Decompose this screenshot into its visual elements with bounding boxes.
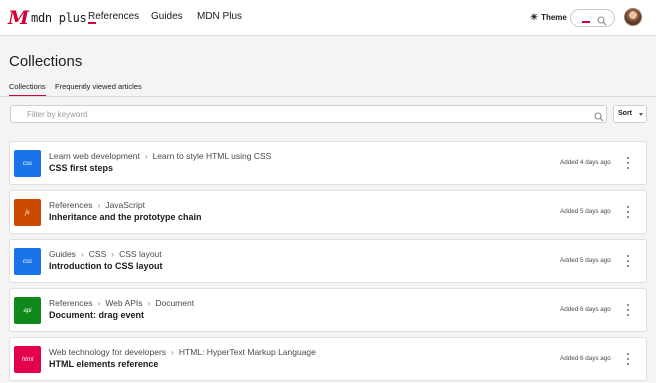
chevron-right-icon: › xyxy=(97,298,101,308)
breadcrumb-link[interactable]: Learn to style HTML using CSS xyxy=(153,151,272,161)
breadcrumb-link[interactable]: References xyxy=(49,298,92,308)
chevron-right-icon: › xyxy=(97,200,101,210)
site-search-button[interactable] xyxy=(570,9,615,27)
css-badge-icon: css xyxy=(14,150,41,177)
item-title-link[interactable]: CSS first steps xyxy=(49,163,113,173)
theme-switcher[interactable]: ☀ Theme xyxy=(530,12,567,23)
collections-header: Collections Collections Frequently viewe… xyxy=(0,37,656,97)
nav-link-guides[interactable]: Guides xyxy=(151,11,183,22)
item-title-link[interactable]: Introduction to CSS layout xyxy=(49,261,163,271)
breadcrumb-link[interactable]: Document xyxy=(155,298,194,308)
user-avatar[interactable] xyxy=(624,8,642,26)
search-icon[interactable] xyxy=(594,109,604,127)
sort-label: Sort xyxy=(618,110,632,117)
chevron-right-icon: › xyxy=(147,298,151,308)
chevron-right-icon: › xyxy=(144,151,148,161)
collection-item[interactable]: html Web technology for developers › HTML:… xyxy=(9,337,647,381)
theme-label: Theme xyxy=(541,13,567,22)
breadcrumb-link[interactable]: Guides xyxy=(49,249,76,259)
added-timestamp: Added 6 days ago xyxy=(560,306,611,313)
breadcrumb: References › JavaScript xyxy=(49,200,145,210)
breadcrumb-link[interactable]: Web APIs xyxy=(105,298,142,308)
added-timestamp: Added 5 days ago xyxy=(560,257,611,264)
more-options-icon[interactable] xyxy=(624,205,632,219)
chevron-right-icon: › xyxy=(80,249,84,259)
breadcrumb: Guides › CSS › CSS layout xyxy=(49,249,162,259)
breadcrumb-link[interactable]: HTML: HyperText Markup Language xyxy=(179,347,316,357)
chevron-down-icon xyxy=(639,113,643,116)
more-options-icon[interactable] xyxy=(624,352,632,366)
breadcrumb-link[interactable]: CSS xyxy=(89,249,106,259)
filter-input[interactable] xyxy=(27,108,577,120)
logo-text: mdn plus xyxy=(31,11,87,25)
breadcrumb: References › Web APIs › Document xyxy=(49,298,194,308)
html-badge-icon: html xyxy=(14,346,41,373)
filter-field[interactable] xyxy=(10,105,607,123)
more-options-icon[interactable] xyxy=(624,303,632,317)
collection-item[interactable]: js References › JavaScript Inheritance and… xyxy=(9,190,647,234)
breadcrumb-link[interactable]: References xyxy=(49,200,92,210)
breadcrumb-link[interactable]: JavaScript xyxy=(105,200,145,210)
nav-link-mdn-plus[interactable]: MDN Plus xyxy=(197,11,242,22)
mdn-plus-logo[interactable]: M mdn plus xyxy=(8,7,97,29)
item-title-link[interactable]: HTML elements reference xyxy=(49,359,158,369)
api-badge-icon: api xyxy=(14,297,41,324)
more-options-icon[interactable] xyxy=(624,156,632,170)
breadcrumb-link[interactable]: Learn web development xyxy=(49,151,140,161)
search-icon xyxy=(597,13,607,31)
tab-collections[interactable]: Collections xyxy=(9,82,46,91)
more-options-icon[interactable] xyxy=(624,254,632,268)
sort-button[interactable]: Sort xyxy=(613,105,647,123)
nav-link-references[interactable]: References xyxy=(88,11,139,22)
header-divider xyxy=(0,96,656,97)
top-navigation: M mdn plus References Guides MDN Plus ☀ … xyxy=(0,0,656,36)
item-title-link[interactable]: Inheritance and the prototype chain xyxy=(49,212,202,222)
sun-icon: ☀ xyxy=(530,12,539,22)
tab-frequently-viewed-articles[interactable]: Frequently viewed articles xyxy=(55,82,142,91)
collection-item[interactable]: api References › Web APIs › Document Documen… xyxy=(9,288,647,332)
css-badge-icon: css xyxy=(14,248,41,275)
collection-item[interactable]: css Guides › CSS › CSS layout Introduction t… xyxy=(9,239,647,283)
collection-item[interactable]: css Learn web development › Learn to style… xyxy=(9,141,647,185)
js-badge-icon: js xyxy=(14,199,41,226)
added-timestamp: Added 4 days ago xyxy=(560,159,611,166)
search-cursor-mark xyxy=(582,21,590,23)
breadcrumb: Learn web development › Learn to style HTM… xyxy=(49,151,271,161)
added-timestamp: Added 5 days ago xyxy=(560,208,611,215)
item-title-link[interactable]: Document: drag event xyxy=(49,310,144,320)
added-timestamp: Added 6 days ago xyxy=(560,355,611,362)
logo-mark: M xyxy=(8,7,30,29)
page-title: Collections xyxy=(9,53,83,70)
chevron-right-icon: › xyxy=(171,347,174,357)
breadcrumb-link[interactable]: Web technology for developers xyxy=(49,347,166,357)
chevron-right-icon: › xyxy=(111,249,115,259)
breadcrumb-link[interactable]: CSS layout xyxy=(119,249,162,259)
breadcrumb: Web technology for developers › HTML: Hype… xyxy=(49,347,316,357)
